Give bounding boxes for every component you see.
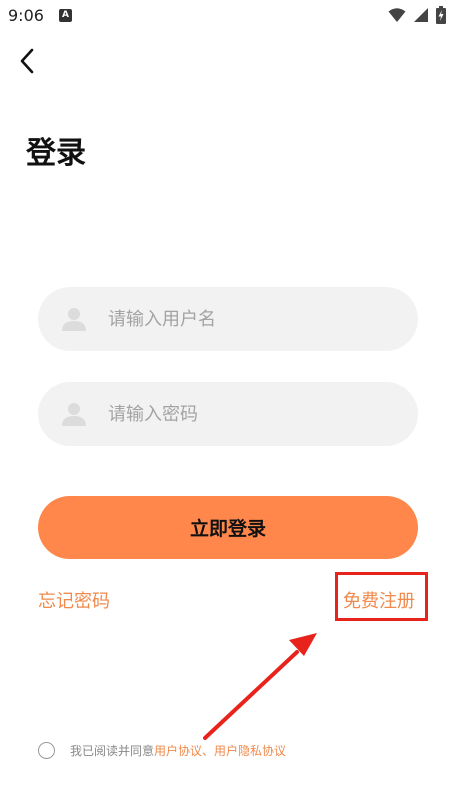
- username-field-container: [38, 287, 418, 351]
- login-button[interactable]: 立即登录: [38, 496, 418, 559]
- status-time: 9:06: [8, 6, 44, 25]
- agreement-text: 我已阅读并同意: [70, 743, 155, 758]
- status-bar: 9:06 A: [0, 0, 456, 32]
- notification-icon: A: [59, 9, 72, 22]
- battery-icon: [436, 6, 446, 24]
- privacy-agreement-link[interactable]: 用户隐私协议: [214, 742, 286, 759]
- wifi-icon: [388, 7, 406, 22]
- page-title: 登录: [26, 136, 86, 171]
- user-icon: [62, 308, 86, 331]
- agreement-checkbox[interactable]: [38, 741, 55, 759]
- user-icon: [62, 403, 86, 426]
- password-field-container: [38, 382, 418, 446]
- username-input[interactable]: [108, 287, 398, 351]
- user-agreement-link[interactable]: 用户协议: [154, 742, 202, 759]
- password-input[interactable]: [108, 382, 398, 446]
- chevron-left-icon: [20, 48, 34, 74]
- signal-icon: [414, 8, 428, 22]
- register-link[interactable]: 免费注册: [343, 587, 415, 613]
- status-icons: [388, 6, 446, 24]
- agreement-separator: 、: [202, 743, 215, 758]
- agreement-row: 我已阅读并同意 用户协议 、 用户隐私协议: [38, 741, 286, 759]
- back-button[interactable]: [12, 46, 42, 76]
- forgot-password-link[interactable]: 忘记密码: [38, 587, 110, 613]
